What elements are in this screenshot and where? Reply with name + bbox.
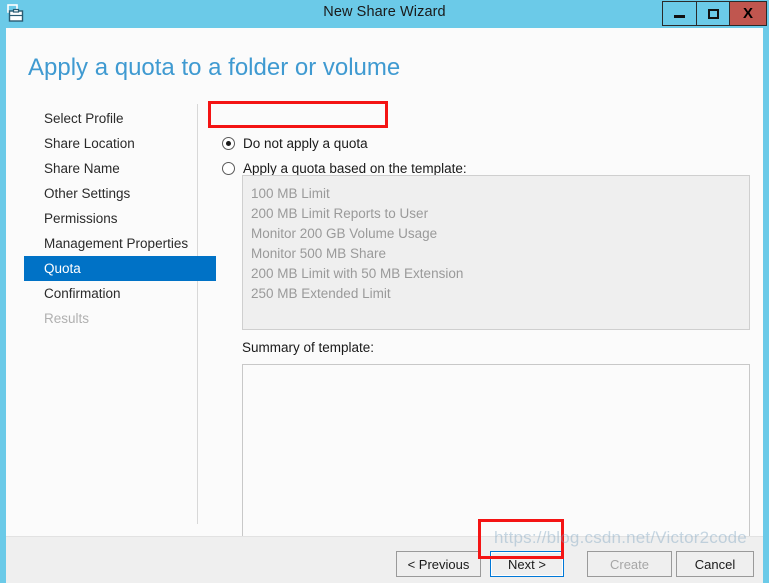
list-item: 250 MB Extended Limit <box>251 286 391 301</box>
sidebar-item-results: Results <box>44 311 90 326</box>
summary-of-template-box <box>242 364 750 549</box>
dialog-footer: < Previous Next > Create Cancel <box>6 537 763 583</box>
list-item: Monitor 200 GB Volume Usage <box>251 226 438 241</box>
sidebar-item-confirmation[interactable]: Confirmation <box>6 281 198 306</box>
radio-apply-quota-template-label: Apply a quota based on the template: <box>243 160 467 176</box>
sidebar-item-share-location[interactable]: Share Location <box>6 131 198 156</box>
minimize-icon <box>674 15 685 18</box>
radio-do-not-apply-quota[interactable]: Do not apply a quota <box>222 132 368 154</box>
radio-do-not-apply-quota-label: Do not apply a quota <box>243 135 368 151</box>
sidebar-item-permissions[interactable]: Permissions <box>6 206 198 231</box>
list-item: 200 MB Limit with 50 MB Extension <box>251 266 464 281</box>
maximize-icon <box>707 8 719 19</box>
previous-button[interactable]: < Previous <box>396 551 481 577</box>
summary-of-template-label: Summary of template: <box>242 340 375 355</box>
list-item: Monitor 500 MB Share <box>251 246 387 261</box>
minimize-button[interactable] <box>662 1 696 26</box>
wizard-step-nav: Select Profile Share Location Share Name… <box>6 106 216 331</box>
page-title: Apply a quota to a folder or volume <box>28 54 401 81</box>
next-button[interactable]: Next > <box>490 551 564 577</box>
radio-unselected-icon <box>222 161 235 175</box>
new-share-wizard-window: New Share Wizard X Apply a quota to a fo… <box>0 0 769 583</box>
dialog-client-area: Apply a quota to a folder or volume Sele… <box>6 28 763 583</box>
sidebar-item-share-name[interactable]: Share Name <box>6 156 198 181</box>
maximize-button[interactable] <box>696 1 730 26</box>
quota-template-list[interactable]: 100 MB Limit 200 MB Limit Reports to Use… <box>242 175 750 330</box>
cancel-button[interactable]: Cancel <box>676 551 754 577</box>
sidebar-item-other-settings[interactable]: Other Settings <box>6 181 198 206</box>
create-button: Create <box>587 551 672 577</box>
close-button[interactable]: X <box>730 1 767 26</box>
sidebar-item-quota[interactable]: Quota <box>24 256 216 281</box>
list-item: 100 MB Limit <box>251 186 330 201</box>
radio-selected-icon <box>222 136 235 150</box>
window-title: New Share Wizard <box>323 4 446 20</box>
sidebar-item-select-profile[interactable]: Select Profile <box>6 106 198 131</box>
title-bar: New Share Wizard X <box>0 0 769 28</box>
sidebar-item-management-properties[interactable]: Management Properties <box>6 231 198 256</box>
list-item: 200 MB Limit Reports to User <box>251 206 429 221</box>
